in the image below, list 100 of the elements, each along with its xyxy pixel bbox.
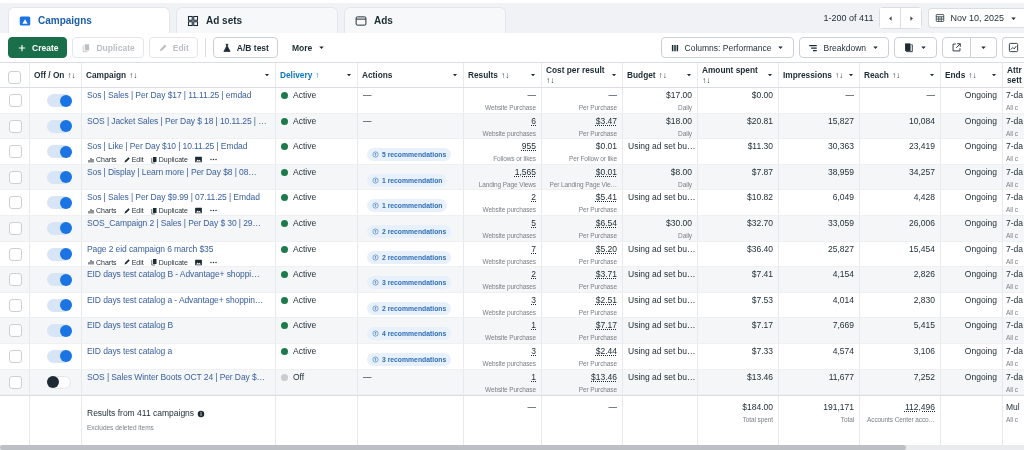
toggle-switch[interactable]	[47, 273, 71, 287]
date-picker[interactable]: Nov 10, 2025	[928, 8, 1024, 28]
toggle-switch[interactable]	[47, 196, 71, 210]
row-checkbox[interactable]	[9, 324, 22, 338]
tab[interactable]: Ads	[344, 7, 506, 33]
campaign-name-link[interactable]: SOS | Sales Winter Boots OCT 24 | Per Day $…	[87, 371, 265, 383]
sort-icon[interactable]: ↑↓	[702, 75, 711, 85]
caret-icon[interactable]	[345, 71, 353, 79]
export-button[interactable]	[942, 37, 971, 58]
column-header[interactable]: Cost per result	[546, 65, 605, 75]
campaign-name-link[interactable]: Sos | Like | Per Day $10 | 10.11.25 | Emdad	[87, 141, 248, 153]
toggle-switch[interactable]	[47, 324, 71, 338]
column-header[interactable]: Amount spent	[702, 65, 758, 75]
results-value[interactable]: 5	[469, 217, 536, 229]
sort-icon[interactable]: ↑↓	[546, 75, 555, 85]
caret-icon[interactable]	[529, 71, 537, 79]
chart-button[interactable]	[1002, 37, 1024, 58]
row-checkbox[interactable]	[9, 298, 22, 312]
results-value[interactable]: 2	[469, 192, 536, 204]
cost-value[interactable]: $3.47	[547, 115, 617, 127]
caret-icon[interactable]	[766, 71, 774, 79]
cost-value[interactable]: $5.41	[547, 192, 617, 204]
results-value[interactable]: 955	[469, 141, 536, 153]
toggle-switch[interactable]	[47, 170, 71, 184]
select-all-checkbox[interactable]	[8, 70, 21, 84]
results-value[interactable]: 1	[469, 371, 536, 383]
tab[interactable]: Ad sets	[176, 7, 338, 33]
reports-button[interactable]	[894, 37, 937, 58]
campaign-name-link[interactable]: EID days test catalog B - Advantage+ shoppi…	[87, 269, 260, 281]
row-checkbox[interactable]	[9, 170, 22, 184]
more-button[interactable]: More	[282, 37, 336, 58]
image-icon[interactable]	[193, 257, 203, 267]
column-header[interactable]: Ends	[945, 70, 966, 80]
caret-icon[interactable]	[610, 71, 618, 79]
campaign-name-link[interactable]: Sos | Sales | Per Day $9.99 | 07.11.25 | Emdad	[87, 192, 260, 204]
campaign-name-link[interactable]: EID days test catalog a - Advantage+ shoppin…	[87, 294, 264, 306]
sort-icon[interactable]: ↑↓	[501, 70, 510, 80]
caret-icon[interactable]	[263, 71, 271, 79]
ab-test-button[interactable]: A/B test	[212, 37, 278, 58]
campaign-name-link[interactable]: Page 2 eid campaign 6 march $35	[87, 243, 214, 255]
sort-icon[interactable]: ↑↓	[67, 70, 76, 80]
row-checkbox[interactable]	[9, 273, 22, 287]
sort-icon[interactable]: ↑↓	[658, 70, 667, 80]
row-checkbox[interactable]	[9, 119, 22, 133]
cost-value[interactable]: $7.17	[547, 320, 617, 332]
campaign-name-link[interactable]: EID days test catalog B	[87, 320, 174, 332]
results-value[interactable]: 6	[469, 115, 536, 127]
toggle-switch[interactable]	[47, 145, 71, 159]
column-header[interactable]: Actions	[362, 70, 393, 80]
campaign-name-link[interactable]: EID days test catalog a	[87, 345, 173, 357]
results-value[interactable]: 3	[469, 345, 536, 357]
sort-icon[interactable]: ↑	[315, 70, 320, 80]
caret-icon[interactable]	[928, 71, 936, 79]
cost-value[interactable]: $5.20	[547, 243, 617, 255]
results-value[interactable]: 1	[469, 320, 536, 332]
sort-icon[interactable]: ↑↓	[968, 70, 977, 80]
caret-icon[interactable]	[451, 71, 459, 79]
row-checkbox[interactable]	[9, 247, 22, 261]
cost-value[interactable]: $3.71	[547, 269, 617, 281]
breakdown-button[interactable]: Breakdown	[799, 37, 889, 58]
results-value[interactable]: 1,565	[469, 166, 536, 178]
cost-value[interactable]: $6.54	[547, 217, 617, 229]
image-icon[interactable]	[193, 155, 203, 164]
total-reach-value[interactable]: 112,496	[865, 402, 935, 414]
toggle-switch[interactable]	[47, 298, 71, 312]
toggle-switch[interactable]	[47, 221, 71, 235]
campaign-name-link[interactable]: SOS_Campaign 2 | Sales | Per Day $ 30 | 29…	[87, 217, 261, 229]
toggle-switch[interactable]	[47, 375, 71, 389]
caret-icon[interactable]	[847, 71, 855, 79]
results-value[interactable]: 7	[469, 243, 536, 255]
column-header[interactable]: Attr sett	[1007, 65, 1022, 85]
cost-value[interactable]: $2.51	[547, 294, 617, 306]
results-value[interactable]: 2	[469, 269, 536, 281]
row-checkbox[interactable]	[9, 196, 22, 210]
columns-button[interactable]: Columns: Performance	[660, 37, 795, 58]
image-icon[interactable]	[193, 206, 203, 215]
column-header[interactable]: Impressions	[783, 70, 832, 80]
create-button[interactable]: Create	[8, 37, 68, 58]
row-checkbox[interactable]	[9, 94, 22, 107]
caret-icon[interactable]	[685, 71, 693, 79]
column-header[interactable]: Budget	[627, 70, 656, 80]
cost-value[interactable]: $2.44	[547, 345, 617, 357]
campaign-name-link[interactable]: SOS | Jacket Sales | Per Day $ 18 | 10.11.25 | …	[87, 115, 267, 127]
cost-value[interactable]: $13.46	[547, 371, 617, 383]
toggle-switch[interactable]	[47, 94, 71, 107]
tab[interactable]: Campaigns	[8, 7, 170, 33]
results-value[interactable]: 3	[469, 294, 536, 306]
row-checkbox[interactable]	[9, 221, 22, 235]
column-header[interactable]: Delivery	[280, 70, 313, 80]
sort-icon[interactable]: ↑↓	[129, 70, 138, 80]
toggle-switch[interactable]	[47, 247, 71, 261]
column-header[interactable]: Off / On	[34, 70, 65, 80]
campaign-name-link[interactable]: Sos | Display | Learn more | Per Day $8 | 08…	[87, 166, 257, 178]
caret-icon[interactable]	[990, 71, 998, 79]
row-checkbox[interactable]	[9, 375, 22, 389]
toggle-switch[interactable]	[47, 119, 71, 133]
campaign-name-link[interactable]: Sos | Sales | Per Day $17 | 11.11.25 | emdad	[87, 90, 252, 101]
column-header[interactable]: Campaign	[86, 70, 127, 80]
column-header[interactable]: Reach	[864, 70, 889, 80]
row-checkbox[interactable]	[9, 349, 22, 363]
